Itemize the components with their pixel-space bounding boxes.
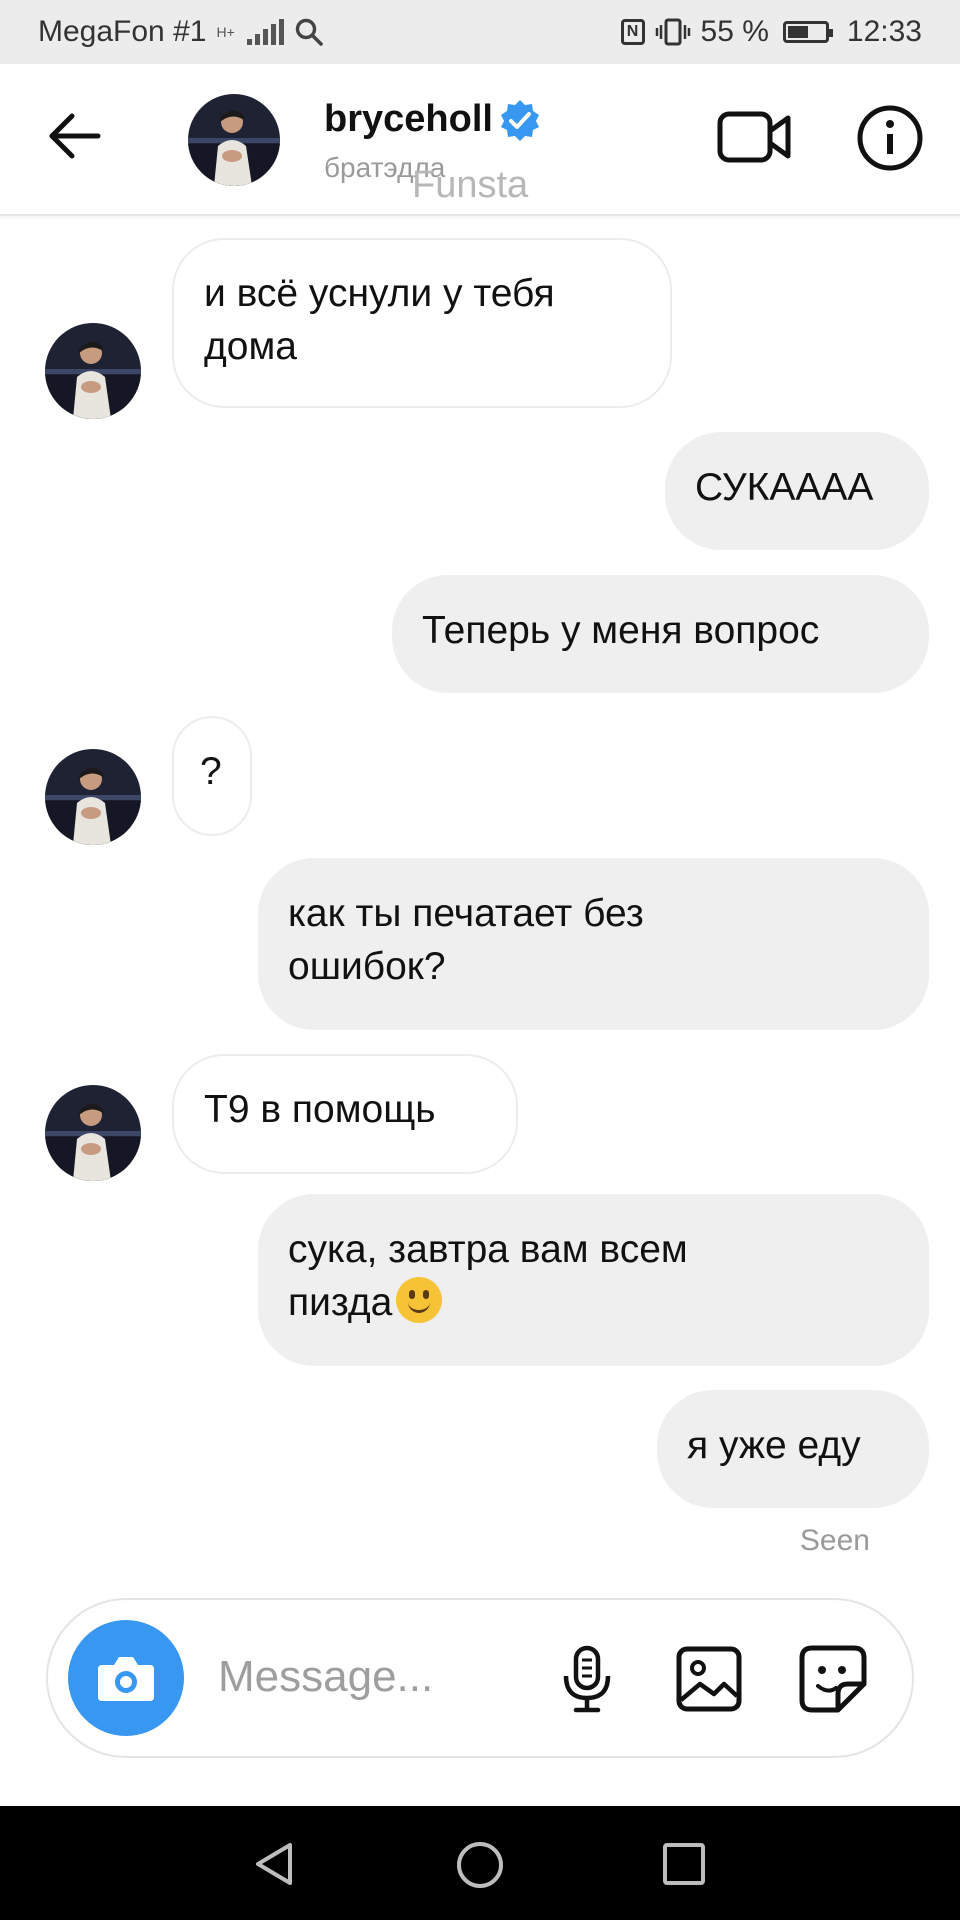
network-type-label: H+ — [216, 24, 235, 40]
message-composer: Message... — [46, 1598, 914, 1758]
sticker-icon[interactable] — [798, 1644, 868, 1714]
message-bubble-received[interactable]: Т9 в помощь — [172, 1054, 518, 1174]
message-bubble-sent[interactable]: как ты печатает без ошибок? — [258, 858, 929, 1030]
chat-username[interactable]: bryceholl — [324, 98, 493, 141]
status-bar-left: MegaFon #1 H+ — [38, 15, 324, 49]
battery-percent: 55 % — [700, 15, 769, 48]
sender-avatar[interactable] — [45, 1085, 141, 1181]
battery-icon — [782, 21, 833, 43]
signal-strength-icon — [246, 19, 284, 45]
sender-avatar[interactable] — [45, 323, 141, 419]
message-text: СУКАААА — [695, 466, 874, 509]
clock: 12:33 — [846, 15, 922, 48]
message-bubble-sent[interactable]: я уже еду — [657, 1390, 929, 1508]
message-text: Т9 в помощь — [204, 1088, 436, 1131]
message-text: и всё уснули у тебя дома — [204, 272, 555, 368]
camera-button[interactable] — [68, 1620, 184, 1736]
nav-back-icon[interactable] — [250, 1840, 298, 1888]
status-bar-right: N 55 % 12:33 — [620, 15, 922, 49]
header-avatar[interactable] — [188, 94, 280, 186]
message-text: ? — [200, 750, 222, 793]
watermark-text: Funsta — [412, 164, 529, 206]
nfc-icon: N — [620, 19, 645, 45]
nav-recents-icon[interactable] — [662, 1842, 706, 1886]
message-bubble-received[interactable]: и всё уснули у тебя дома — [172, 238, 672, 408]
video-call-icon[interactable] — [716, 104, 792, 170]
message-text: я уже еду — [687, 1424, 861, 1467]
system-nav-bar — [0, 1806, 960, 1920]
back-arrow-icon[interactable] — [44, 106, 104, 166]
info-icon[interactable] — [856, 104, 924, 172]
sender-avatar[interactable] — [45, 749, 141, 845]
message-text: Теперь у меня вопрос — [422, 609, 820, 652]
seen-indicator: Seen — [799, 1524, 870, 1557]
chat-header: bryceholl братэдла Funsta — [0, 64, 960, 216]
verified-badge-icon — [501, 100, 539, 141]
message-bubble-sent[interactable]: Теперь у меня вопрос — [392, 575, 929, 693]
message-bubble-sent[interactable]: СУКАААА — [665, 432, 929, 550]
nav-home-icon[interactable] — [455, 1840, 505, 1890]
camera-icon — [98, 1657, 154, 1701]
message-bubble-sent[interactable]: сука, завтра вам всем пизда — [258, 1194, 929, 1366]
message-text: сука, завтра вам всем пизда — [288, 1228, 688, 1324]
gallery-icon[interactable] — [674, 1644, 744, 1714]
message-text: как ты печатает без ошибок? — [288, 892, 644, 988]
vibrate-icon — [655, 18, 690, 46]
carrier-name: MegaFon #1 — [38, 15, 207, 48]
status-bar: MegaFon #1 H+ N 55 % 12:33 — [0, 0, 960, 64]
message-bubble-received[interactable]: ? — [172, 716, 252, 836]
battery-fill — [787, 26, 808, 38]
smiley-emoji-icon — [396, 1277, 443, 1323]
message-input[interactable]: Message... — [218, 1652, 433, 1702]
microphone-icon[interactable] — [552, 1644, 622, 1714]
search-icon — [295, 18, 323, 46]
